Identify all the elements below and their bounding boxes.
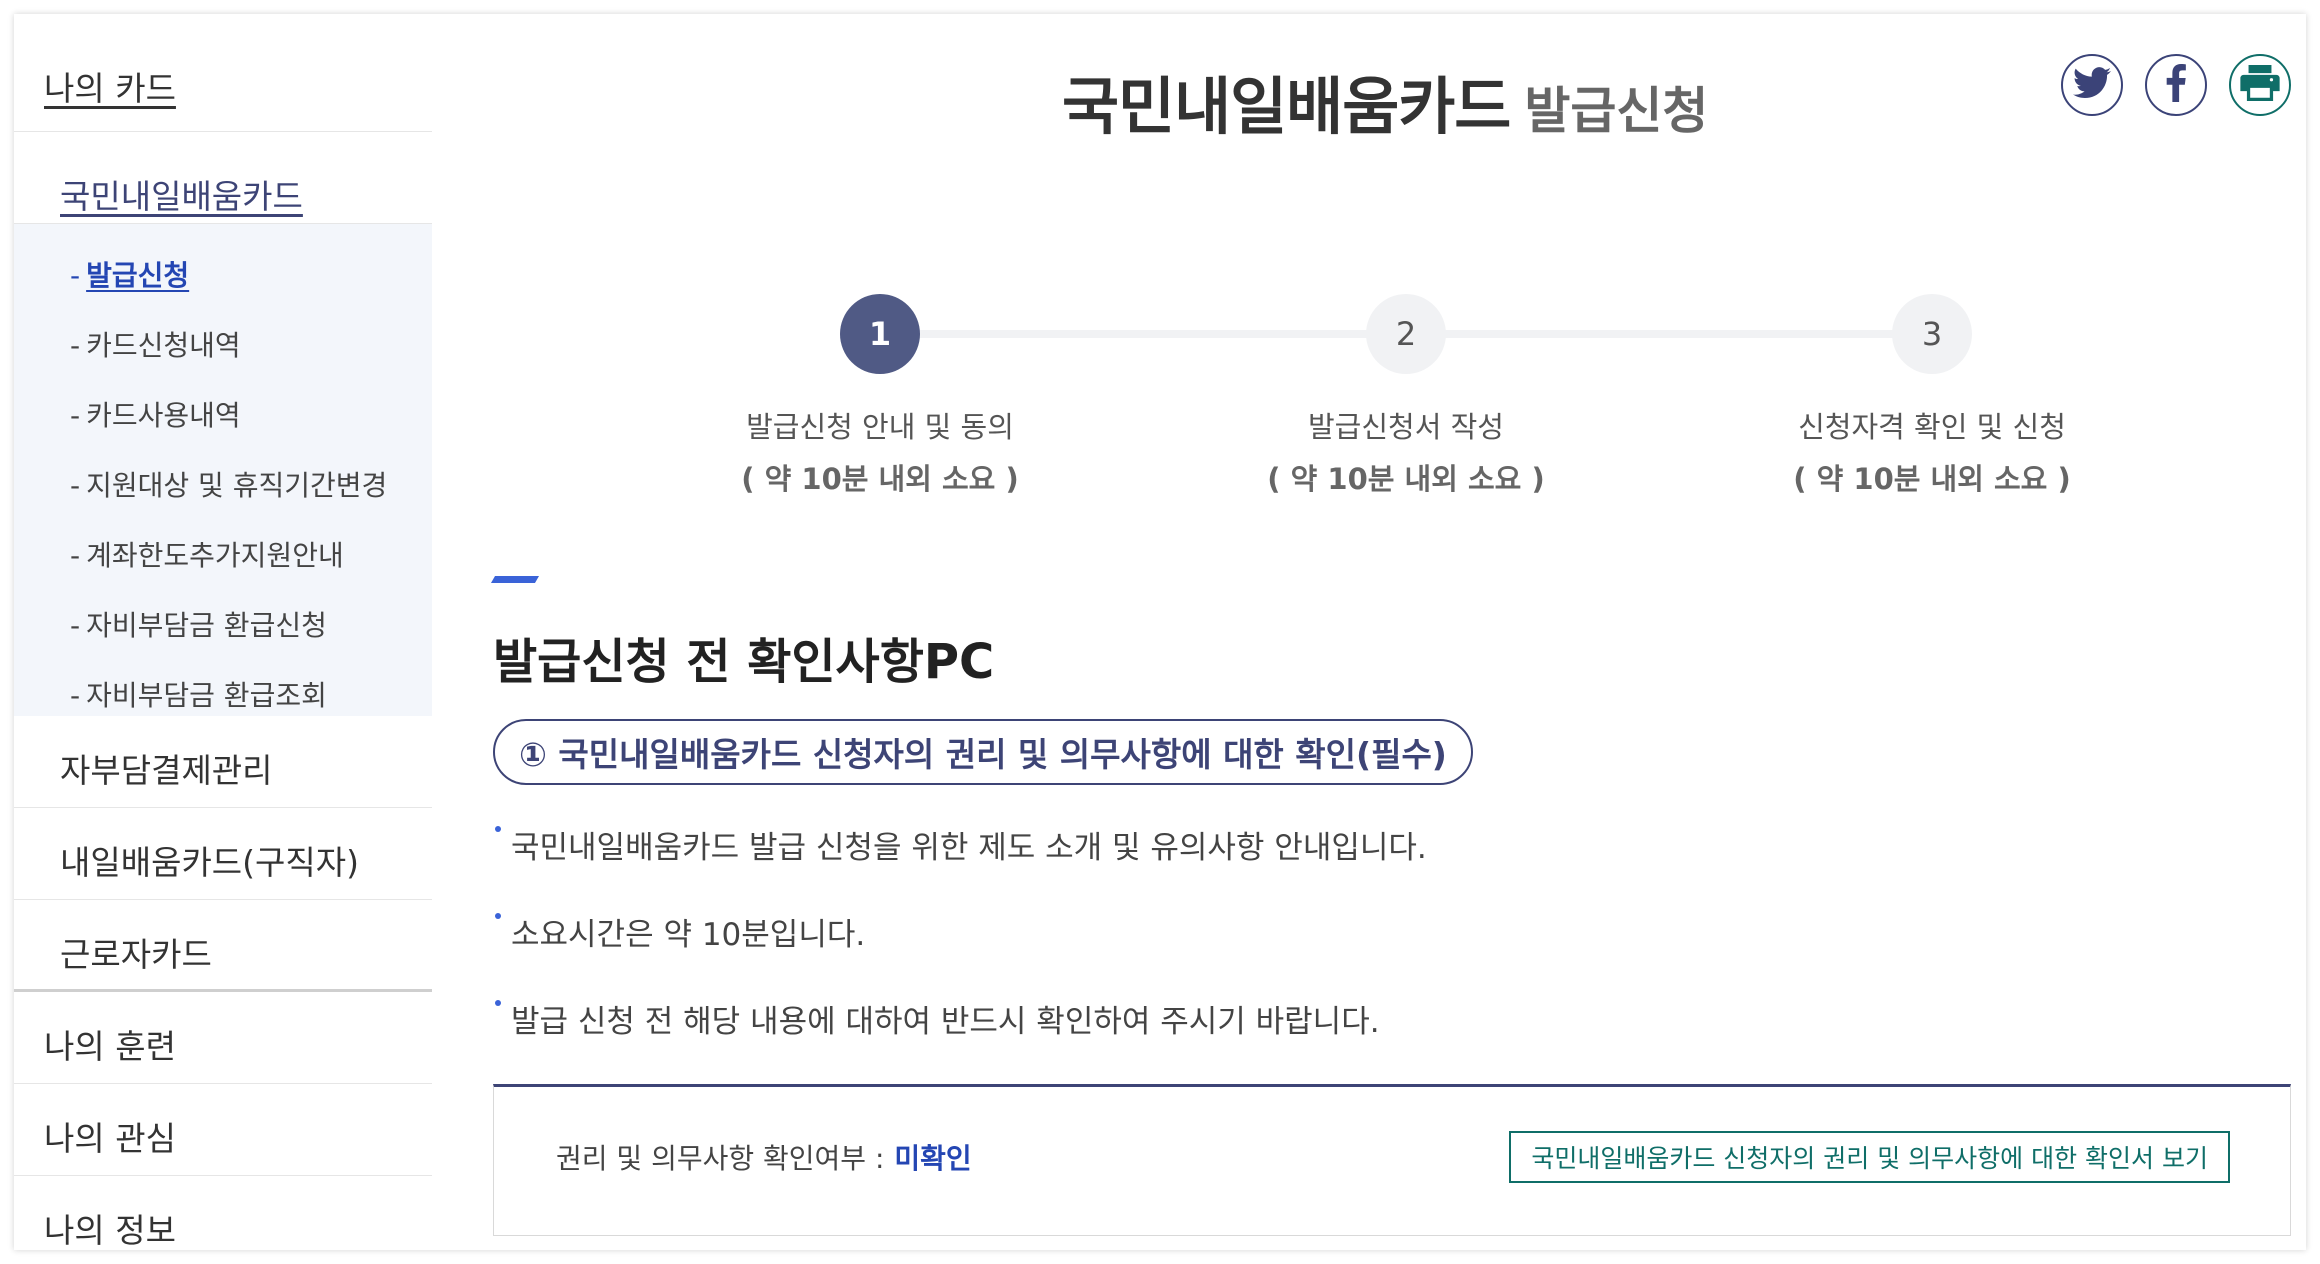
bullet-dot xyxy=(495,1000,501,1006)
facebook-share-button[interactable] xyxy=(2145,54,2207,116)
sidebar-item-worker-card[interactable]: 근로자카드 xyxy=(14,900,432,992)
sidebar-item-self-pay[interactable]: 자부담결제관리 xyxy=(14,716,432,808)
sidebar-subitem-limit-support[interactable]: - 계좌한도추가지원안내 xyxy=(14,510,432,580)
section-pill-heading: ① 국민내일배움카드 신청자의 권리 및 의무사항에 대한 확인(필수) xyxy=(493,719,1473,785)
step-title: 발급신청 안내 및 동의 xyxy=(746,410,1014,444)
step-2-label: 발급신청서 작성 ( 약 10분 내외 소요 ) xyxy=(1206,404,1606,498)
step-3-circle: 3 xyxy=(1892,294,1972,374)
sidebar-item-my-training[interactable]: 나의 훈련 xyxy=(14,992,432,1084)
step-2-circle: 2 xyxy=(1366,294,1446,374)
facebook-icon xyxy=(2165,64,2187,106)
sidebar-subitem-label: 발급신청 xyxy=(86,259,190,292)
step-duration: ( 약 10분 내외 소요 ) xyxy=(741,462,1019,496)
page-title: 국민내일배움카드 발급신청 xyxy=(1062,56,1708,146)
step-duration: ( 약 10분 내외 소요 ) xyxy=(1793,462,2071,496)
sidebar-subitem-usage-history[interactable]: - 카드사용내역 xyxy=(14,370,432,440)
bullet-dot xyxy=(495,826,501,832)
sidebar-subitem-label: 카드사용내역 xyxy=(86,399,241,432)
bullet-item: 국민내일배움카드 발급 신청을 위한 제도 소개 및 유의사항 안내입니다. xyxy=(493,822,1427,867)
bullet-text: 국민내일배움카드 발급 신청을 위한 제도 소개 및 유의사항 안내입니다. xyxy=(511,830,1427,866)
print-icon xyxy=(2240,65,2280,105)
print-button[interactable] xyxy=(2229,54,2291,116)
sidebar-subitem-refund-apply[interactable]: - 자비부담금 환급신청 xyxy=(14,580,432,650)
dash-marker: - xyxy=(70,469,81,502)
dash-marker: - xyxy=(70,609,81,642)
dash-marker: - xyxy=(70,679,81,712)
step-title: 발급신청서 작성 xyxy=(1308,410,1504,444)
confirm-label: 권리 및 의무사항 확인여부 : 미확인 xyxy=(556,1137,972,1177)
bullet-item: 소요시간은 약 10분입니다. xyxy=(493,909,865,954)
step-3-label: 신청자격 확인 및 신청 ( 약 10분 내외 소요 ) xyxy=(1732,404,2132,498)
sidebar-submenu: - 발급신청 - 카드신청내역 - 카드사용내역 - 지원대상 및 휴직기간변경 - 계좌… xyxy=(14,224,432,716)
step-duration: ( 약 10분 내외 소요 ) xyxy=(1267,462,1545,496)
sidebar-subitem-card-history[interactable]: - 카드신청내역 xyxy=(14,300,432,370)
bullet-text: 발급 신청 전 해당 내용에 대하여 반드시 확인하여 주시기 바랍니다. xyxy=(511,1004,1380,1040)
step-1-circle: 1 xyxy=(840,294,920,374)
sidebar-item-jobseeker-card[interactable]: 내일배움카드(구직자) xyxy=(14,808,432,900)
bullet-dot xyxy=(495,913,501,919)
dash-marker: - xyxy=(70,539,81,572)
twitter-share-button[interactable] xyxy=(2061,54,2123,116)
view-confirmation-button[interactable]: 국민내일배움카드 신청자의 권리 및 의무사항에 대한 확인서 보기 xyxy=(1509,1131,2230,1183)
confirm-box: 권리 및 의무사항 확인여부 : 미확인 국민내일배움카드 신청자의 권리 및 의… xyxy=(493,1084,2291,1236)
dash-marker: - xyxy=(70,329,81,362)
confirm-status: 미확인 xyxy=(894,1142,972,1175)
sidebar-item-my-info[interactable]: 나의 정보 xyxy=(14,1176,432,1264)
section-title: 발급신청 전 확인사항PC xyxy=(493,634,995,690)
sidebar-subitem-refund-inquiry[interactable]: - 자비부담금 환급조회 xyxy=(14,650,432,720)
confirm-label-text: 권리 및 의무사항 확인여부 : xyxy=(556,1142,885,1175)
dash-marker: - xyxy=(70,399,81,432)
sidebar-subitem-label: 자비부담금 환급신청 xyxy=(86,609,327,642)
page-frame: 나의 카드 국민내일배움카드 - 발급신청 - 카드신청내역 - 카드사용내역 - 지원… xyxy=(14,14,2306,1250)
dash-marker: - xyxy=(70,259,81,292)
sidebar-subitem-label: 계좌한도추가지원안내 xyxy=(86,539,344,572)
bullet-item: 발급 신청 전 해당 내용에 대하여 반드시 확인하여 주시기 바랍니다. xyxy=(493,996,1380,1041)
page-title-main: 국민내일배움카드 xyxy=(1062,70,1511,143)
sidebar-subitem-label: 카드신청내역 xyxy=(86,329,241,362)
step-title: 신청자격 확인 및 신청 xyxy=(1798,410,2066,444)
sidebar-nav: 나의 카드 국민내일배움카드 - 발급신청 - 카드신청내역 - 카드사용내역 - 지원… xyxy=(14,14,432,1250)
bullet-text: 소요시간은 약 10분입니다. xyxy=(511,917,866,953)
sidebar-item-my-card[interactable]: 나의 카드 xyxy=(14,14,432,132)
sidebar-subitem-label: 자비부담금 환급조회 xyxy=(86,679,327,712)
twitter-icon xyxy=(2073,67,2111,103)
sidebar-item-my-interest[interactable]: 나의 관심 xyxy=(14,1084,432,1176)
section-accent-bar xyxy=(490,576,540,583)
step-1-label: 발급신청 안내 및 동의 ( 약 10분 내외 소요 ) xyxy=(680,404,1080,498)
sidebar-subitem-issue-apply[interactable]: - 발급신청 xyxy=(14,230,432,300)
page-title-sub: 발급신청 xyxy=(1524,82,1709,140)
sidebar-item-national-card[interactable]: 국민내일배움카드 xyxy=(14,132,432,224)
sidebar-subitem-eligibility-change[interactable]: - 지원대상 및 휴직기간변경 xyxy=(14,440,432,510)
sidebar-subitem-label: 지원대상 및 휴직기간변경 xyxy=(86,469,388,502)
